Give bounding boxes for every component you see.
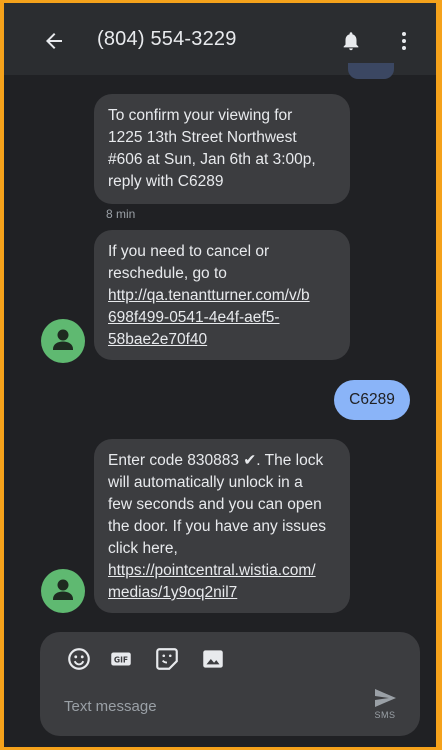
gif-button[interactable]: GIF <box>108 646 134 672</box>
message-line: the door. If you have any issues <box>108 518 326 535</box>
message-line: reply with C6289 <box>108 173 224 190</box>
contact-avatar[interactable] <box>41 319 85 363</box>
send-sms-button[interactable]: SMS <box>368 686 402 722</box>
message-line: click here, <box>108 540 178 557</box>
emoji-icon <box>68 648 90 670</box>
message-line: If you need to cancel or <box>108 243 270 260</box>
svg-text:GIF: GIF <box>114 655 128 664</box>
message-link[interactable]: https://pointcentral.wistia.com/ medias/… <box>108 560 336 604</box>
more-options-button[interactable] <box>392 29 416 53</box>
link-line: 698f499-0541-4e4f-aef5- <box>108 309 280 326</box>
image-button[interactable] <box>200 646 226 672</box>
arrow-back-icon <box>46 33 62 49</box>
back-button[interactable] <box>42 29 66 53</box>
conversation-screen: (804) 554-3229 To confirm your viewing f… <box>4 3 436 747</box>
message-line: will automatically unlock in a <box>108 474 303 491</box>
person-icon <box>53 579 73 600</box>
link-line: http://qa.tenantturner.com/v/b <box>108 287 310 304</box>
contact-title: (804) 554-3229 <box>97 28 237 50</box>
message-line: reschedule, go to <box>108 265 227 282</box>
send-icon <box>375 689 396 707</box>
message-line: few seconds and you can open <box>108 496 322 513</box>
message-input[interactable] <box>62 690 346 722</box>
message-line: 1225 13th Street Northwest <box>108 129 297 146</box>
notifications-button[interactable] <box>340 29 362 53</box>
link-line: https://pointcentral.wistia.com/ <box>108 562 316 579</box>
message-line: Enter code 830883 ✔. The lock <box>108 452 324 469</box>
image-icon <box>203 650 223 668</box>
contact-avatar[interactable] <box>41 569 85 613</box>
bell-icon <box>343 32 359 51</box>
more-vert-icon <box>402 32 406 50</box>
incoming-message-bubble[interactable]: To confirm your viewing for 1225 13th St… <box>94 94 350 204</box>
sms-label: SMS <box>374 710 396 720</box>
person-icon <box>53 329 73 350</box>
sticker-button[interactable] <box>154 646 180 672</box>
message-line: #606 at Sun, Jan 6th at 3:00p, <box>108 151 316 168</box>
compose-bar: GIF SMS <box>40 632 420 736</box>
emoji-button[interactable] <box>66 646 92 672</box>
link-line: medias/1y9oq2nil7 <box>108 584 238 601</box>
gif-icon: GIF <box>111 652 131 666</box>
message-link[interactable]: http://qa.tenantturner.com/v/b 698f499-0… <box>108 285 336 351</box>
incoming-message-bubble[interactable]: Enter code 830883 ✔. The lock will autom… <box>94 439 350 613</box>
link-line: 58bae2e70f40 <box>108 331 208 348</box>
sticker-icon <box>156 648 178 670</box>
incoming-message-bubble[interactable]: If you need to cancel or reschedule, go … <box>94 230 350 360</box>
previous-outgoing-bubble <box>348 63 394 79</box>
outgoing-message-bubble[interactable]: C6289 <box>334 380 410 420</box>
message-line: To confirm your viewing for <box>108 107 293 124</box>
message-timestamp: 8 min <box>106 207 136 221</box>
